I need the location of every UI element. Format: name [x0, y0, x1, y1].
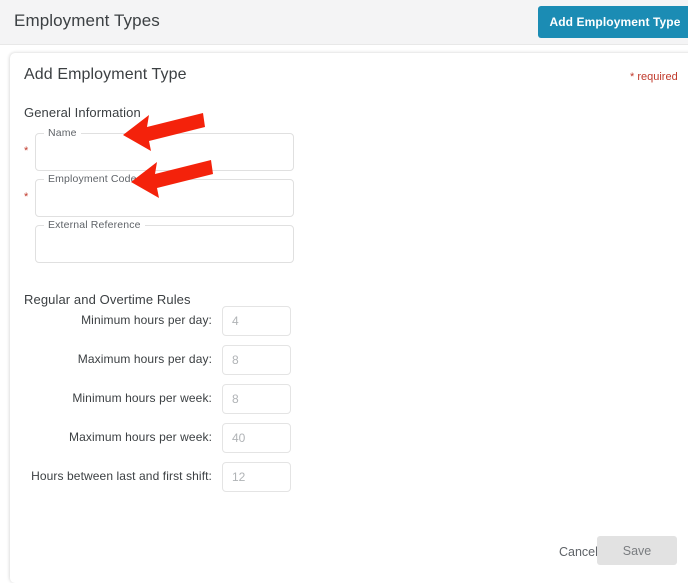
rule-row-minimum-hours-per-week: Minimum hours per week: [10, 384, 310, 414]
external-reference-input[interactable] [37, 227, 292, 261]
minimum-hours-per-week-input[interactable] [222, 384, 291, 414]
section-title-general-information: General Information [24, 105, 141, 120]
page-header: Employment Types Add Employment Type [0, 0, 688, 45]
card-title: Add Employment Type [24, 66, 187, 83]
rule-row-maximum-hours-per-day: Maximum hours per day: [10, 345, 310, 375]
employment-code-input[interactable] [37, 181, 292, 215]
name-input[interactable] [37, 135, 292, 169]
rule-label-minimum-hours-per-week: Minimum hours per week: [72, 391, 212, 405]
minimum-hours-per-day-input[interactable] [222, 306, 291, 336]
rule-label-minimum-hours-per-day: Minimum hours per day: [81, 313, 212, 327]
rule-label-maximum-hours-per-week: Maximum hours per week: [68, 430, 212, 444]
field-box-external-reference: External Reference [35, 219, 294, 263]
rule-row-maximum-hours-per-week: Maximum hours per week: [10, 423, 310, 453]
rule-row-minimum-hours-per-day: Minimum hours per day: [10, 306, 310, 336]
required-asterisk-name: * [24, 145, 29, 157]
field-group-name: Name * [24, 127, 295, 171]
maximum-hours-per-week-input[interactable] [222, 423, 291, 453]
add-employment-type-card: Add Employment Type * required General I… [10, 53, 688, 583]
field-box-name: Name [35, 127, 294, 171]
required-note: * required [630, 71, 678, 83]
field-box-employment-code: Employment Code [35, 173, 294, 217]
maximum-hours-per-day-input[interactable] [222, 345, 291, 375]
rule-label-hours-between-last-and-first-shift: Hours between last and first shift: [31, 469, 212, 483]
section-title-regular-and-overtime-rules: Regular and Overtime Rules [24, 292, 191, 307]
rule-row-hours-between-last-and-first-shift: Hours between last and first shift: [10, 462, 310, 492]
rule-label-maximum-hours-per-day: Maximum hours per day: [77, 352, 212, 366]
field-group-employment-code: Employment Code * [24, 173, 295, 217]
required-asterisk-employment-code: * [24, 191, 29, 203]
page-title: Employment Types [14, 11, 160, 30]
save-button[interactable]: Save [597, 536, 677, 565]
field-group-external-reference: External Reference [35, 219, 295, 263]
hours-between-last-and-first-shift-input[interactable] [222, 462, 291, 492]
add-employment-type-button[interactable]: Add Employment Type [538, 6, 688, 38]
